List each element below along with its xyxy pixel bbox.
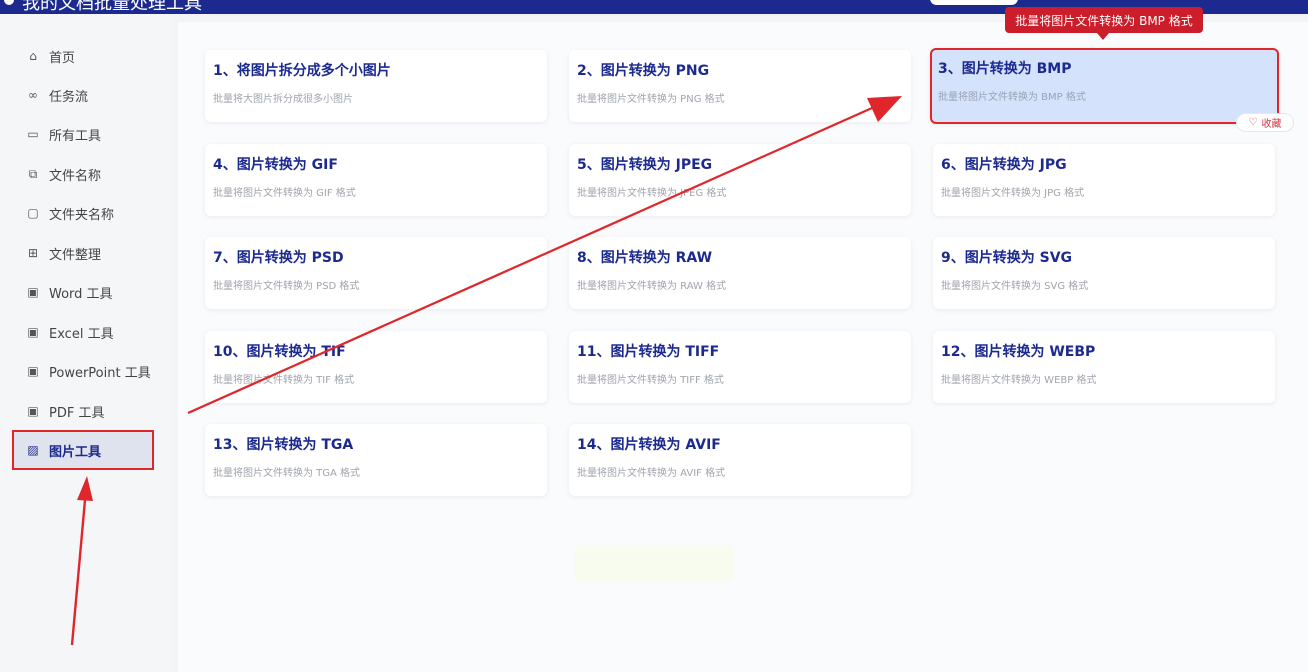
tool-card-avif[interactable]: 14、图片转换为 AVIF 批量将图片文件转换为 AVIF 格式 xyxy=(569,424,911,496)
tool-card-webp[interactable]: 12、图片转换为 WEBP 批量将图片文件转换为 WEBP 格式 xyxy=(933,331,1275,403)
card-description: 批量将图片文件转换为 TIFF 格式 xyxy=(577,375,724,386)
app-title: 我的文档批量处理工具 xyxy=(22,0,202,14)
tool-card-png[interactable]: 2、图片转换为 PNG 批量将图片文件转换为 PNG 格式 xyxy=(569,50,911,122)
card-title: 1、将图片拆分成多个小图片 xyxy=(213,63,391,79)
workflow-icon: ∞ xyxy=(28,88,38,102)
card-title: 3、图片转换为 BMP xyxy=(938,61,1072,77)
tool-card-jpeg[interactable]: 5、图片转换为 JPEG 批量将图片文件转换为 JPEG 格式 xyxy=(569,144,911,216)
sidebar-item-image-tools[interactable]: ▨ 图片工具 xyxy=(12,430,154,470)
sidebar-item-label: 图片工具 xyxy=(49,444,102,460)
card-title: 12、图片转换为 WEBP xyxy=(941,344,1096,360)
sidebar-item-label: 文件夹名称 xyxy=(49,207,115,223)
card-title: 5、图片转换为 JPEG xyxy=(577,157,713,173)
image-icon: ▨ xyxy=(27,443,39,457)
sidebar-item-word-tools[interactable]: ▣ Word 工具 xyxy=(12,274,154,310)
sidebar-item-label: Word 工具 xyxy=(49,286,113,302)
tool-card-split-image[interactable]: 1、将图片拆分成多个小图片 批量将大图片拆分成很多小图片 xyxy=(205,50,547,122)
favorite-button[interactable]: ♡ 收藏 xyxy=(1236,113,1294,132)
sidebar-item-workflow[interactable]: ∞ 任务流 xyxy=(12,77,154,113)
word-icon: ▣ xyxy=(27,285,39,299)
home-icon: ⌂ xyxy=(29,49,37,63)
card-description: 批量将图片文件转换为 PSD 格式 xyxy=(213,281,360,292)
sidebar-item-label: Excel 工具 xyxy=(49,326,114,342)
tool-card-bmp[interactable]: 3、图片转换为 BMP 批量将图片文件转换为 BMP 格式 xyxy=(930,48,1279,124)
tool-card-raw[interactable]: 8、图片转换为 RAW 批量将图片文件转换为 RAW 格式 xyxy=(569,237,911,309)
tool-card-jpg[interactable]: 6、图片转换为 JPG 批量将图片文件转换为 JPG 格式 xyxy=(933,144,1275,216)
tool-card-tga[interactable]: 13、图片转换为 TGA 批量将图片文件转换为 TGA 格式 xyxy=(205,424,547,496)
pdf-icon: ▣ xyxy=(27,404,39,418)
card-description: 批量将图片文件转换为 JPG 格式 xyxy=(941,188,1085,199)
card-title: 10、图片转换为 TIF xyxy=(213,344,346,360)
card-tooltip: 批量将图片文件转换为 BMP 格式 xyxy=(1005,7,1203,33)
card-title: 8、图片转换为 RAW xyxy=(577,250,713,266)
card-title: 6、图片转换为 JPG xyxy=(941,157,1067,173)
sidebar-item-file-organize[interactable]: ⊞ 文件整理 xyxy=(12,235,154,271)
tool-card-tiff[interactable]: 11、图片转换为 TIFF 批量将图片文件转换为 TIFF 格式 xyxy=(569,331,911,403)
card-description: 批量将图片文件转换为 SVG 格式 xyxy=(941,281,1089,292)
top-bar-button[interactable] xyxy=(930,0,1018,5)
card-description: 批量将图片文件转换为 JPEG 格式 xyxy=(577,188,727,199)
sidebar-item-folder-name[interactable]: ▢ 文件夹名称 xyxy=(12,195,154,231)
organize-icon: ⊞ xyxy=(27,246,39,260)
card-title: 2、图片转换为 PNG xyxy=(577,63,710,79)
card-description: 批量将图片文件转换为 TIF 格式 xyxy=(213,375,355,386)
sidebar-item-label: 所有工具 xyxy=(49,128,102,144)
card-title: 13、图片转换为 TGA xyxy=(213,437,354,453)
sidebar-item-label: 任务流 xyxy=(49,89,89,105)
card-title: 9、图片转换为 SVG xyxy=(941,250,1073,266)
tool-card-svg[interactable]: 9、图片转换为 SVG 批量将图片文件转换为 SVG 格式 xyxy=(933,237,1275,309)
tool-card-gif[interactable]: 4、图片转换为 GIF 批量将图片文件转换为 GIF 格式 xyxy=(205,144,547,216)
card-title: 14、图片转换为 AVIF xyxy=(577,437,721,453)
sidebar-item-home[interactable]: ⌂ 首页 xyxy=(12,38,154,74)
file-copy-icon: ⧉ xyxy=(28,166,38,181)
powerpoint-icon: ▣ xyxy=(27,364,39,378)
card-description: 批量将图片文件转换为 BMP 格式 xyxy=(938,92,1086,103)
tool-card-psd[interactable]: 7、图片转换为 PSD 批量将图片文件转换为 PSD 格式 xyxy=(205,237,547,309)
heart-icon: ♡ xyxy=(1248,117,1258,128)
tooltip-arrow xyxy=(1097,33,1109,40)
card-description: 批量将图片文件转换为 WEBP 格式 xyxy=(941,375,1097,386)
card-description: 批量将图片文件转换为 PNG 格式 xyxy=(577,94,725,105)
sidebar-item-label: 文件整理 xyxy=(49,247,102,263)
card-title: 4、图片转换为 GIF xyxy=(213,157,338,173)
card-title: 7、图片转换为 PSD xyxy=(213,250,344,266)
monitor-icon: ▭ xyxy=(27,127,39,141)
faint-placeholder xyxy=(575,545,733,581)
app-logo-icon xyxy=(0,0,18,9)
sidebar-item-label: 文件名称 xyxy=(49,168,102,184)
sidebar-item-excel-tools[interactable]: ▣ Excel 工具 xyxy=(12,314,154,350)
sidebar-item-label: PDF 工具 xyxy=(49,405,105,421)
card-description: 批量将大图片拆分成很多小图片 xyxy=(213,94,353,105)
sidebar: ⌂ 首页 ∞ 任务流 ▭ 所有工具 ⧉ 文件名称 ▢ 文件夹名称 ⊞ 文件整理 … xyxy=(0,14,172,672)
card-title: 11、图片转换为 TIFF xyxy=(577,344,720,360)
folder-icon: ▢ xyxy=(27,206,39,220)
card-description: 批量将图片文件转换为 RAW 格式 xyxy=(577,281,727,292)
favorite-label: 收藏 xyxy=(1261,119,1282,130)
sidebar-item-powerpoint-tools[interactable]: ▣ PowerPoint 工具 xyxy=(12,353,154,389)
excel-icon: ▣ xyxy=(27,325,39,339)
sidebar-item-all-tools[interactable]: ▭ 所有工具 xyxy=(12,116,154,152)
tool-card-tif[interactable]: 10、图片转换为 TIF 批量将图片文件转换为 TIF 格式 xyxy=(205,331,547,403)
sidebar-item-pdf-tools[interactable]: ▣ PDF 工具 xyxy=(12,393,154,429)
card-description: 批量将图片文件转换为 GIF 格式 xyxy=(213,188,356,199)
sidebar-item-label: PowerPoint 工具 xyxy=(49,365,151,381)
sidebar-item-file-name[interactable]: ⧉ 文件名称 xyxy=(12,156,154,192)
card-description: 批量将图片文件转换为 TGA 格式 xyxy=(213,468,361,479)
card-description: 批量将图片文件转换为 AVIF 格式 xyxy=(577,468,726,479)
sidebar-item-label: 首页 xyxy=(49,50,76,66)
